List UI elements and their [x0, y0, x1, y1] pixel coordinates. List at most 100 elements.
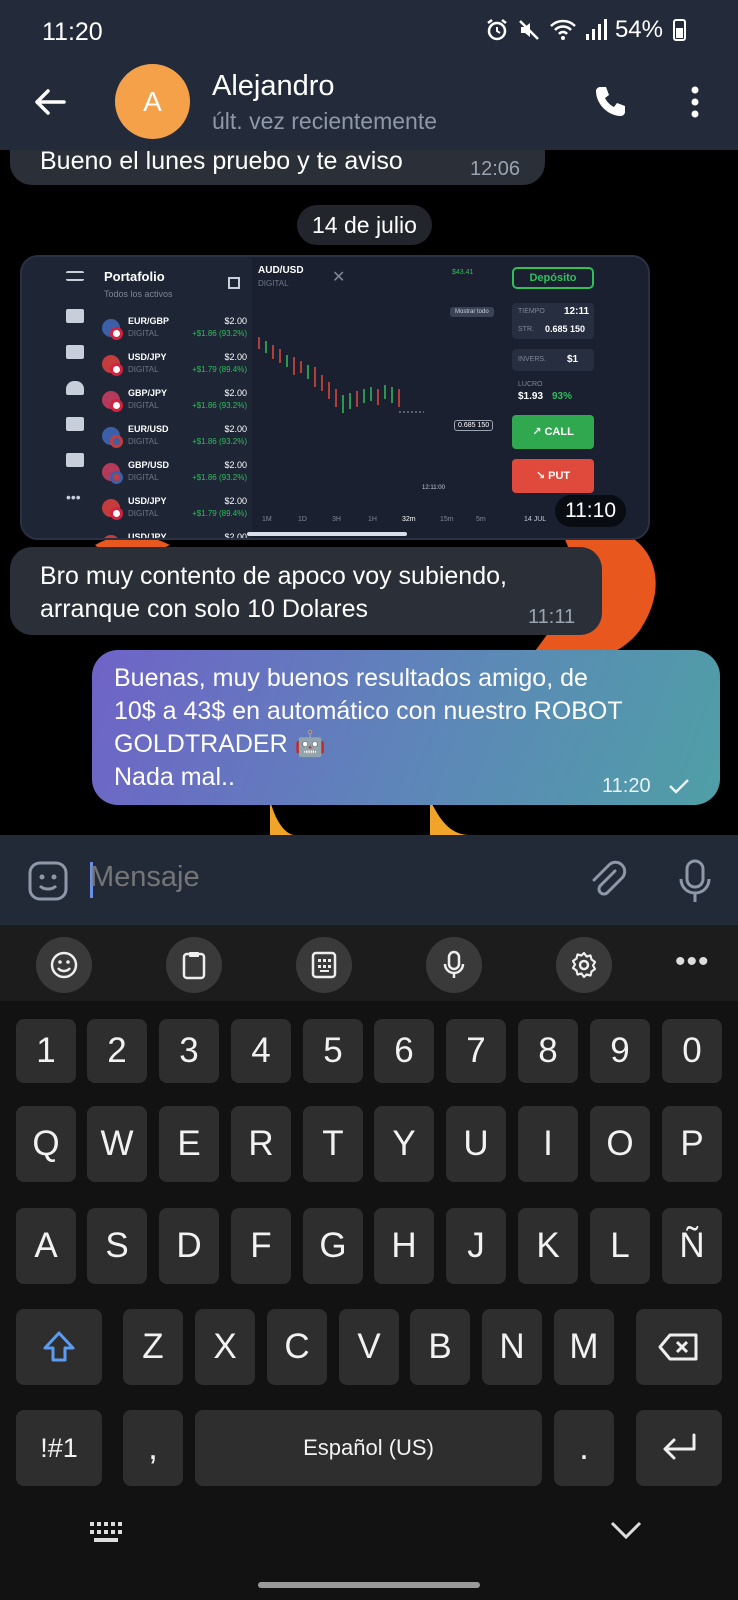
alarm-icon — [487, 19, 507, 41]
message-text-line: GOLDTRADER 🤖 — [114, 730, 326, 758]
key-t[interactable]: T — [303, 1106, 363, 1182]
incoming-message[interactable]: Bueno el lunes pruebo y te aviso 12:06 — [10, 150, 545, 185]
key-f[interactable]: F — [231, 1208, 291, 1284]
key-1[interactable]: 1 — [16, 1019, 76, 1083]
key-r[interactable]: R — [231, 1106, 291, 1182]
key-g[interactable]: G — [303, 1208, 363, 1284]
microphone-icon[interactable] — [673, 857, 717, 905]
settings-icon[interactable] — [556, 937, 612, 993]
key-x[interactable]: X — [195, 1309, 255, 1385]
key-u[interactable]: U — [446, 1106, 506, 1182]
chat-icon — [66, 453, 84, 467]
key-y[interactable]: Y — [374, 1106, 434, 1182]
key-h[interactable]: H — [374, 1208, 434, 1284]
key-m[interactable]: M — [554, 1309, 614, 1385]
clipboard-icon[interactable] — [166, 937, 222, 993]
asset-row: EUR/USD DIGITAL $2.00 +$1.86 (93.2%) — [102, 423, 247, 453]
key-l[interactable]: L — [590, 1208, 650, 1284]
key-3[interactable]: 3 — [159, 1019, 219, 1083]
education-icon — [66, 417, 84, 431]
battery-percent: 54% — [614, 16, 663, 43]
key-8[interactable]: 8 — [518, 1019, 578, 1083]
backspace-key[interactable] — [636, 1309, 722, 1385]
image-message[interactable]: ••• Portafolio Todos los activos EUR/GBP… — [20, 255, 650, 540]
paperclip-icon[interactable] — [585, 859, 629, 903]
period-key[interactable]: . — [554, 1410, 614, 1486]
contact-name[interactable]: Alejandro — [212, 70, 335, 103]
profit-value: $1.93 — [518, 391, 544, 402]
key-c[interactable]: C — [267, 1309, 327, 1385]
profit-percent: 93% — [552, 391, 573, 402]
expand-icon — [228, 277, 240, 289]
key-a[interactable]: A — [16, 1208, 76, 1284]
home-indicator — [258, 1582, 480, 1588]
space-key[interactable]: Español (US) — [195, 1410, 542, 1486]
contact-status: últ. vez recientemente — [212, 108, 438, 134]
status-bar: 11:20 54% — [0, 0, 738, 64]
avatar[interactable]: A — [115, 64, 190, 139]
screenshot-home-indicator — [247, 532, 407, 536]
sticker-icon[interactable] — [26, 859, 70, 903]
key-9[interactable]: 9 — [590, 1019, 650, 1083]
key-w[interactable]: W — [87, 1106, 147, 1182]
key-e[interactable]: E — [159, 1106, 219, 1182]
mute-icon — [519, 20, 539, 40]
key-5[interactable]: 5 — [303, 1019, 363, 1083]
asset-row: GBP/USD DIGITAL $2.00 +$1.86 (93.2%) — [102, 459, 247, 489]
symbols-key[interactable]: !#1 — [16, 1410, 102, 1486]
more-horizontal-icon[interactable]: ••• — [675, 945, 710, 979]
dots-icon: ••• — [66, 489, 81, 505]
phone-icon[interactable] — [590, 82, 630, 122]
more-vertical-icon[interactable] — [680, 82, 710, 122]
keyboard-toolbar: ••• — [0, 925, 738, 1001]
voice-input-icon[interactable] — [426, 937, 482, 993]
incoming-message[interactable]: Bro muy contento de apoco voy subiendo, … — [10, 547, 602, 635]
invest-value: $1 — [567, 354, 579, 365]
shift-key[interactable] — [16, 1309, 102, 1385]
battery-icon — [673, 19, 686, 41]
briefcase-icon — [66, 309, 84, 323]
keyboard-layout-icon[interactable] — [296, 937, 352, 993]
enter-icon — [663, 1433, 696, 1460]
message-text-line: Nada mal.. — [114, 763, 235, 791]
chat-area[interactable]: Bueno el lunes pruebo y te aviso 12:06 1… — [0, 150, 738, 835]
wifi-icon — [550, 19, 576, 40]
key-6[interactable]: 6 — [374, 1019, 434, 1083]
chart-time-label: 12:11:00 — [422, 485, 445, 491]
key-o[interactable]: O — [590, 1106, 650, 1182]
portfolio-title: Portafolio — [104, 269, 165, 284]
key-q[interactable]: Q — [16, 1106, 76, 1182]
enter-key[interactable] — [636, 1410, 722, 1486]
chat-header: A Alejandro últ. vez recientemente — [0, 64, 738, 150]
price-label: 0.685 150 — [454, 420, 494, 431]
key-i[interactable]: I — [518, 1106, 578, 1182]
key-z[interactable]: Z — [123, 1309, 183, 1385]
key-p[interactable]: P — [662, 1106, 722, 1182]
key-j[interactable]: J — [446, 1208, 506, 1284]
chevron-down-icon[interactable] — [608, 1515, 644, 1545]
status-icons: 54% — [485, 16, 686, 44]
key-s[interactable]: S — [87, 1208, 147, 1284]
key-v[interactable]: V — [339, 1309, 399, 1385]
asset-row: USD/JPY DIGITAL $2.00 +$1.79 (89.4%) — [102, 351, 247, 381]
key-4[interactable]: 4 — [231, 1019, 291, 1083]
key-b[interactable]: B — [410, 1309, 470, 1385]
bell-icon — [66, 381, 84, 395]
message-time: 12:06 — [470, 158, 521, 180]
show-all: Mostrar todo — [450, 307, 494, 317]
arrow-left-icon[interactable] — [30, 82, 70, 122]
key-d[interactable]: D — [159, 1208, 219, 1284]
key-0[interactable]: 0 — [662, 1019, 722, 1083]
key-n-tilde[interactable]: Ñ — [662, 1208, 722, 1284]
outgoing-message[interactable]: Buenas, muy buenos resultados amigo, de … — [92, 650, 720, 805]
message-text-line: 10$ a 43$ en automático con nuestro ROBO… — [114, 697, 623, 725]
avatar-letter: A — [143, 85, 162, 117]
keyboard-icon[interactable] — [88, 1520, 124, 1546]
comma-key[interactable]: , — [123, 1410, 183, 1486]
key-7[interactable]: 7 — [446, 1019, 506, 1083]
key-n[interactable]: N — [482, 1309, 542, 1385]
key-2[interactable]: 2 — [87, 1019, 147, 1083]
emoji-icon[interactable] — [36, 937, 92, 993]
message-input[interactable] — [90, 861, 490, 894]
key-k[interactable]: K — [518, 1208, 578, 1284]
